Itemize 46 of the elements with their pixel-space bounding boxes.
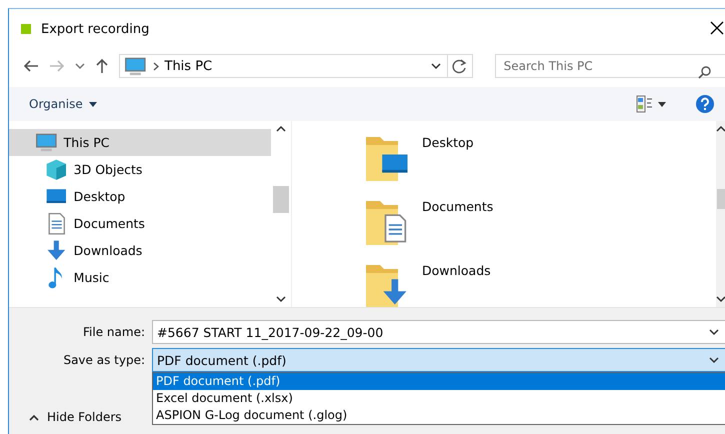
forward-arrow-icon bbox=[48, 59, 65, 73]
scrollbar-thumb[interactable] bbox=[273, 186, 289, 212]
field-label: File name: bbox=[82, 325, 146, 339]
organise-menu[interactable]: Organise bbox=[21, 95, 105, 113]
chevron-up-icon bbox=[29, 414, 39, 420]
close-icon[interactable] bbox=[710, 21, 724, 35]
scrollbar[interactable] bbox=[271, 121, 292, 307]
address-dropdown-icon[interactable] bbox=[430, 62, 441, 70]
scrollbar-thumb[interactable] bbox=[717, 189, 725, 209]
monitor-icon bbox=[35, 131, 58, 154]
sidebar-item[interactable]: Downloads bbox=[9, 237, 271, 264]
cube-icon bbox=[45, 158, 68, 181]
file-type-dropdown[interactable]: PDF document (.pdf) bbox=[152, 348, 725, 372]
sidebar-item[interactable]: 3D Objects bbox=[9, 156, 271, 183]
folder-label[interactable]: Documents bbox=[422, 199, 494, 214]
address-bar[interactable]: This PC bbox=[118, 54, 473, 78]
view-options-icon[interactable] bbox=[636, 95, 666, 113]
sidebar-item[interactable]: Documents bbox=[9, 210, 271, 237]
scroll-up-icon[interactable] bbox=[716, 125, 725, 133]
file-name-field[interactable]: #5667 START 11_2017-09-22_09-00 bbox=[152, 320, 725, 344]
chevron-right-icon bbox=[152, 62, 158, 70]
scroll-down-icon[interactable] bbox=[276, 295, 286, 303]
sidebar-item[interactable]: This PC bbox=[9, 129, 271, 156]
hide-folders-button[interactable]: Hide Folders bbox=[23, 409, 128, 425]
field-label: Save as type: bbox=[62, 353, 146, 367]
dropdown-icon[interactable] bbox=[709, 328, 719, 336]
folder-label[interactable]: Desktop bbox=[422, 135, 474, 150]
dropdown-option[interactable]: PDF document (.pdf) bbox=[153, 373, 725, 390]
recent-dropdown-icon[interactable] bbox=[74, 62, 85, 70]
monitor-icon bbox=[124, 54, 146, 78]
scroll-up-icon[interactable] bbox=[276, 125, 286, 133]
sidebar-item[interactable]: Music bbox=[9, 264, 271, 291]
folder-label[interactable]: Downloads bbox=[422, 263, 491, 278]
sidebar-item[interactable]: Desktop bbox=[9, 183, 271, 210]
search-icon[interactable] bbox=[698, 65, 712, 79]
scroll-down-icon[interactable] bbox=[716, 295, 725, 303]
back-arrow-icon[interactable] bbox=[23, 59, 39, 73]
help-icon[interactable] bbox=[696, 95, 714, 113]
search-field[interactable]: Search This PC bbox=[494, 54, 725, 78]
download-arrow-icon bbox=[45, 239, 68, 262]
caret-down-icon bbox=[88, 102, 97, 106]
app-icon bbox=[21, 24, 31, 34]
window-title: Export recording bbox=[41, 22, 150, 36]
address-location: This PC bbox=[164, 58, 212, 74]
up-arrow-icon[interactable] bbox=[94, 58, 109, 74]
dropdown-icon[interactable] bbox=[709, 356, 719, 364]
